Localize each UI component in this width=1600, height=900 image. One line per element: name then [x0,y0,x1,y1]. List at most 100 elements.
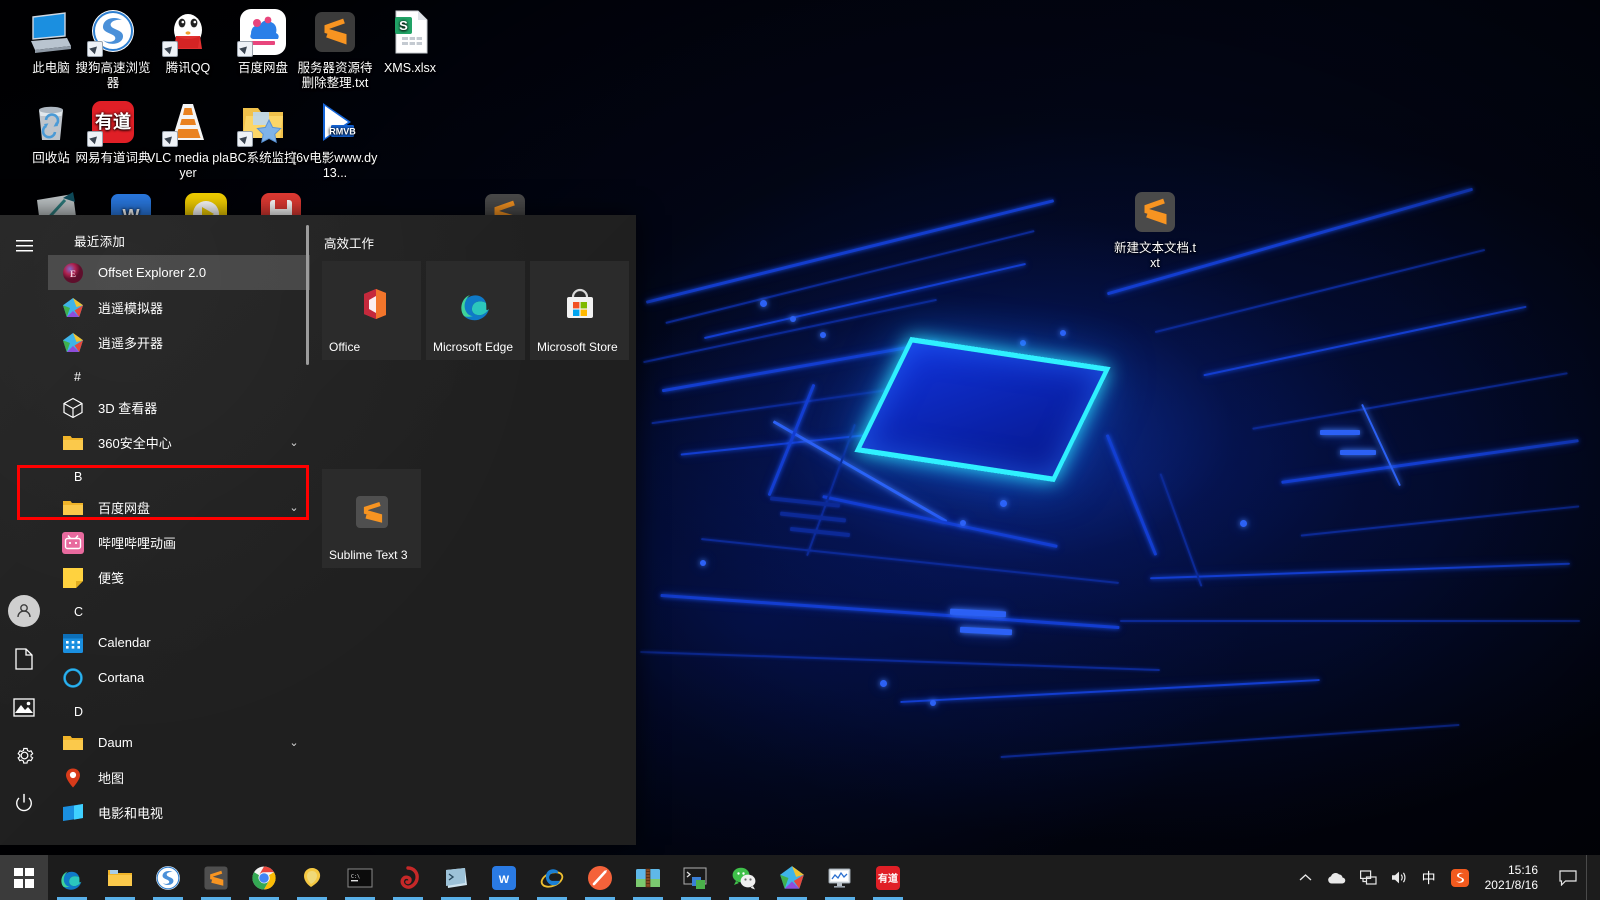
ime-language-button[interactable]: 中 [1415,855,1443,900]
app-list-item-daum[interactable]: Daum ⌄ [48,725,310,760]
desktop-icon-youdao-dict[interactable]: 有道 网易有道词典 [70,98,156,166]
tile-label: Sublime Text 3 [329,548,408,562]
taskbar-file-explorer[interactable] [96,855,144,900]
desktop-screen: 此电脑 搜狗高速浏览器 腾讯QQ 百度网盘 服务器资源待删除整理.txt S X… [0,0,1600,900]
desktop-icon-server-cleanup-txt[interactable]: 服务器资源待删除整理.txt [292,8,378,91]
desktop-icon-tencent-qq[interactable]: 腾讯QQ [145,8,231,76]
taskbar-sogou-browser[interactable] [144,855,192,900]
tile-label: Office [329,340,361,354]
app-list-item-xiaoyao-emulator[interactable]: 逍遥模拟器 [48,290,310,325]
taskbar-microsoft-edge[interactable] [48,855,96,900]
start-menu-app-list[interactable]: 最近添加 E Offset Explorer 2.0 逍遥模拟器 逍遥多开器 #… [48,215,310,845]
app-list-item-label: Cortana [98,670,145,685]
chevron-down-icon[interactable]: ⌄ [284,501,304,514]
chevron-down-icon[interactable]: ⌄ [284,436,304,449]
app-list-item-cortana[interactable]: Cortana [48,660,310,695]
desktop-icon-vlc[interactable]: VLC media player [145,98,231,181]
clock-time: 15:16 [1507,862,1538,877]
taskbar-wechat[interactable] [720,855,768,900]
svg-text:E: E [70,269,76,279]
taskbar: C:\ W 有道 中 15:16 2021/8/16 [0,855,1600,900]
taskbar-sublime-text[interactable] [192,855,240,900]
desktop-icon-new-text-document[interactable]: 新建文本文档.txt [1112,188,1198,271]
tile-microsoft-edge[interactable]: Microsoft Edge [426,261,525,360]
sublime-text-icon [354,494,390,530]
app-list-item-xiaoyao-multi[interactable]: 逍遥多开器 [48,325,310,360]
desktop-icon-xms-xlsx[interactable]: S XMS.xlsx [367,8,453,76]
sogou-browser-icon [155,865,181,891]
taskbar-clock[interactable]: 15:16 2021/8/16 [1477,855,1550,900]
taskbar-command-prompt[interactable]: C:\ [336,855,384,900]
app-list-item-sticky-notes[interactable]: 便笺 [48,560,310,595]
app-list-item-baidu-netdisk[interactable]: 百度网盘 ⌄ [48,490,310,525]
start-button[interactable] [0,855,48,900]
vlc-icon [162,98,212,147]
svg-text:S: S [399,18,408,33]
taskbar-youdao-dict[interactable]: 有道 [864,855,912,900]
desktop-icon-label: [6v电影www.dy13... [292,151,378,180]
volume-tray-button[interactable] [1384,855,1415,900]
app-list-item-3d-viewer[interactable]: 3D 查看器 [48,390,310,425]
onedrive-tray-button[interactable] [1319,855,1353,900]
user-account-button[interactable] [0,587,48,635]
desktop-icon-sogou-browser[interactable]: 搜狗高速浏览器 [70,8,156,91]
ie-icon [539,865,565,891]
app-list-item-label: Daum [98,735,133,750]
chevron-down-icon[interactable]: ⌄ [284,736,304,749]
network-tray-button[interactable] [1353,855,1384,900]
taskbar-internet-explorer[interactable] [528,855,576,900]
xiaoyao-multi-icon [779,865,805,891]
chevron-up-icon [1299,874,1312,881]
hamburger-menu-button[interactable] [0,221,48,269]
scrollbar-thumb[interactable] [306,225,309,365]
show-desktop-button[interactable] [1586,855,1596,900]
taskbar-xiaoyao-emulator[interactable] [288,855,336,900]
action-center-button[interactable] [1550,855,1586,900]
desktop-icon-label: 搜狗高速浏览器 [75,61,151,90]
recently-added-header: 最近添加 [74,235,126,249]
folder-icon [62,497,84,519]
taskbar-orange-ball-app[interactable] [576,855,624,900]
pictures-button[interactable] [0,683,48,731]
tile-sublime-text-3[interactable]: Sublime Text 3 [322,469,421,568]
3d-viewer-icon [62,397,84,419]
taskbar-task-manager[interactable] [816,855,864,900]
system-tray: 中 15:16 2021/8/16 [1292,855,1600,900]
app-list-item-bilibili[interactable]: 哔哩哔哩动画 [48,525,310,560]
sogou-input-button[interactable] [1443,855,1477,900]
bilibili-icon [62,531,84,554]
taskbar-wps-office[interactable]: W [480,855,528,900]
app-list-item-360-security[interactable]: 360安全中心 ⌄ [48,425,310,460]
show-hidden-icons-button[interactable] [1292,855,1319,900]
taskbar-windows-terminal[interactable] [432,855,480,900]
desktop-icon-label: VLC media player [147,151,229,180]
app-list-item-calendar[interactable]: Calendar [48,625,310,660]
taskbar-google-chrome[interactable] [240,855,288,900]
desktop-icon-label: 新建文本文档.txt [1114,241,1196,270]
navicat-icon [395,865,421,891]
tile-label: Microsoft Store [537,340,618,354]
taskbar-navicat[interactable] [384,855,432,900]
cortana-icon [62,667,84,689]
taskbar-xshell[interactable] [672,855,720,900]
folder-icon [62,432,84,454]
taskbar-pinned-items: C:\ W 有道 [48,855,912,900]
excel-file-icon: S [386,8,434,56]
alpha-header-hash: # [74,370,81,384]
power-button[interactable] [0,779,48,827]
settings-button[interactable] [0,731,48,779]
start-menu-rail [0,215,48,845]
taskbar-xiaoyao-multi[interactable] [768,855,816,900]
app-list-scrollbar[interactable] [306,225,309,835]
tile-microsoft-store[interactable]: Microsoft Store [530,261,629,360]
sogou-input-icon [1450,868,1469,887]
app-list-item-maps[interactable]: 地图 [48,760,310,795]
alpha-header-d: D [74,705,84,719]
app-list-item-offset-explorer[interactable]: E Offset Explorer 2.0 [48,255,310,290]
app-list-item-movies-tv[interactable]: 电影和电视 [48,795,310,830]
documents-button[interactable] [0,635,48,683]
taskbar-winrar[interactable] [624,855,672,900]
folder-star-icon [237,98,287,147]
tile-office[interactable]: Office [322,261,421,360]
desktop-icon-6v-movie[interactable]: RMVB [6v电影www.dy13... [292,98,378,181]
